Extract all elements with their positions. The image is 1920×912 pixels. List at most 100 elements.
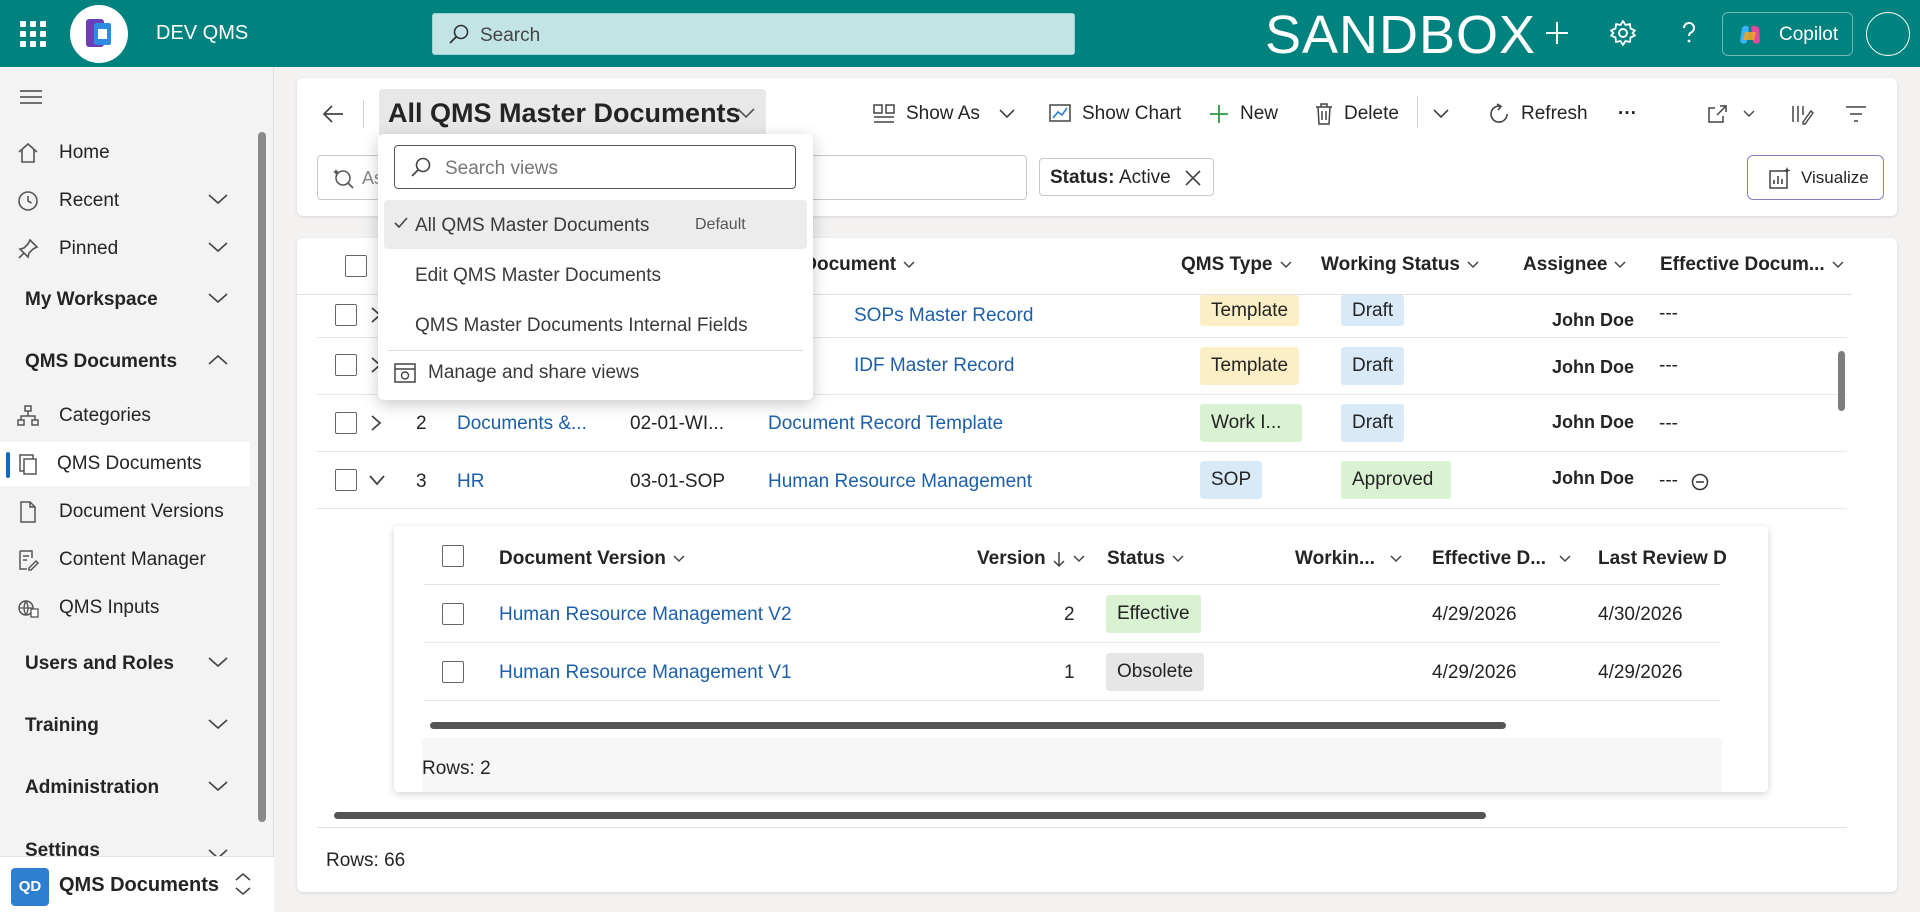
plus-icon[interactable] bbox=[1540, 16, 1574, 50]
chevron-down-icon[interactable] bbox=[207, 717, 229, 731]
view-option-internal-fields[interactable]: QMS Master Documents Internal Fields bbox=[384, 300, 807, 349]
edit-columns-button[interactable] bbox=[1791, 96, 1825, 132]
assignee-name[interactable]: John Doe bbox=[1552, 310, 1634, 331]
table-row[interactable]: Human Resource Management V2 2 Effective… bbox=[424, 585, 1720, 643]
column-header-working[interactable]: Workin... bbox=[1295, 548, 1403, 570]
select-all-checkbox[interactable] bbox=[345, 255, 367, 277]
view-option-all-qms-master-documents[interactable]: All QMS Master Documents Default bbox=[384, 200, 807, 249]
new-button[interactable]: New bbox=[1208, 96, 1278, 132]
view-option-edit-qms-master-documents[interactable]: Edit QMS Master Documents bbox=[384, 250, 807, 299]
sidebar-group-training[interactable]: Training bbox=[0, 704, 250, 748]
view-selector-button[interactable]: All QMS Master Documents bbox=[379, 89, 766, 137]
assignee-name[interactable]: John Doe bbox=[1552, 468, 1634, 489]
table-row[interactable]: Human Resource Management V1 1 Obsolete … bbox=[424, 643, 1720, 701]
chevron-down-icon[interactable] bbox=[368, 474, 386, 486]
sidebar-item-content-manager[interactable]: Content Manager bbox=[0, 538, 250, 582]
global-search-input[interactable]: Search bbox=[432, 13, 1075, 55]
sidebar-item-qms-inputs[interactable]: QMS Inputs bbox=[0, 586, 250, 630]
sidebar-item-qms-documents[interactable]: QMS Documents bbox=[0, 442, 250, 486]
row-checkbox[interactable] bbox=[335, 354, 357, 376]
column-header-last-review-date[interactable]: Last Review D bbox=[1598, 548, 1727, 570]
app-logo-icon[interactable] bbox=[70, 5, 128, 63]
sidebar-scrollbar[interactable] bbox=[258, 132, 266, 822]
row-checkbox[interactable] bbox=[335, 412, 357, 434]
trash-icon bbox=[1316, 103, 1332, 125]
master-document-link[interactable]: Human Resource Management bbox=[768, 471, 1032, 493]
delete-button[interactable]: Delete bbox=[1314, 96, 1399, 132]
more-commands-dropdown[interactable] bbox=[1432, 96, 1460, 132]
sidebar-item-recent[interactable]: Recent bbox=[0, 179, 250, 223]
manage-views-label: Manage and share views bbox=[428, 362, 640, 383]
row-checkbox[interactable] bbox=[442, 603, 464, 625]
select-all-checkbox[interactable] bbox=[442, 545, 464, 567]
share-button[interactable] bbox=[1705, 96, 1755, 132]
sidebar-group-my-workspace[interactable]: My Workspace bbox=[0, 278, 250, 322]
column-header-document-version[interactable]: Document Version bbox=[499, 548, 686, 570]
status-filter-chip[interactable]: Status: Active bbox=[1039, 158, 1214, 196]
table-row[interactable]: 2 Documents &... 02-01-WI... Document Re… bbox=[317, 395, 1847, 452]
assignee-name[interactable]: John Doe bbox=[1552, 357, 1634, 378]
category-link[interactable]: Documents &... bbox=[457, 413, 587, 435]
column-header-qms-type[interactable]: QMS Type bbox=[1181, 254, 1293, 276]
copilot-button[interactable]: Copilot bbox=[1722, 12, 1853, 56]
chevron-right-icon[interactable] bbox=[370, 414, 382, 432]
search-views-input[interactable]: Search views bbox=[394, 145, 796, 189]
vertical-scrollbar[interactable] bbox=[1838, 351, 1845, 411]
sidebar-item-pinned[interactable]: Pinned bbox=[0, 227, 250, 271]
chevron-down-icon[interactable] bbox=[207, 240, 229, 254]
app-launcher-icon[interactable] bbox=[20, 21, 46, 47]
column-header-effective-date[interactable]: Effective D... bbox=[1432, 548, 1572, 570]
chevron-down-icon[interactable] bbox=[207, 847, 229, 856]
area-switcher[interactable]: QD QMS Documents bbox=[0, 856, 274, 912]
column-header-label: Effective Docum... bbox=[1660, 254, 1825, 275]
checkmark-icon bbox=[394, 217, 408, 229]
manage-and-share-views-button[interactable]: Manage and share views bbox=[394, 362, 639, 384]
subgrid-horizontal-scrollbar[interactable] bbox=[430, 722, 1506, 729]
category-link[interactable]: HR bbox=[457, 471, 484, 493]
close-icon[interactable] bbox=[1184, 169, 1202, 187]
visualize-button[interactable]: Visualize bbox=[1747, 155, 1884, 200]
show-as-button[interactable]: Show As bbox=[872, 96, 1016, 132]
sidebar-group-administration[interactable]: Administration bbox=[0, 766, 250, 810]
column-header-working-status[interactable]: Working Status bbox=[1321, 254, 1480, 276]
help-icon[interactable] bbox=[1672, 16, 1706, 50]
row-checkbox[interactable] bbox=[335, 304, 357, 326]
filter-button[interactable] bbox=[1844, 96, 1878, 132]
sidebar-item-document-versions[interactable]: Document Versions bbox=[0, 490, 250, 534]
chevron-down-icon[interactable] bbox=[207, 291, 229, 305]
column-header-effective-document[interactable]: Effective Docum... bbox=[1660, 254, 1845, 276]
chevron-down-icon[interactable] bbox=[207, 779, 229, 793]
master-document-link[interactable]: Document Record Template bbox=[768, 413, 1003, 435]
sidebar-item-categories[interactable]: Categories bbox=[0, 394, 250, 438]
master-document-link[interactable]: SOPs Master Record bbox=[854, 305, 1034, 327]
row-checkbox[interactable] bbox=[335, 469, 357, 491]
document-version-link[interactable]: Human Resource Management V1 bbox=[499, 662, 792, 684]
view-title: All QMS Master Documents bbox=[388, 98, 741, 128]
sidebar-group-qms-documents[interactable]: QMS Documents bbox=[0, 340, 250, 384]
back-arrow-icon[interactable] bbox=[321, 102, 345, 126]
document-version-link[interactable]: Human Resource Management V2 bbox=[499, 604, 792, 626]
sidebar-group-settings[interactable]: Settings bbox=[0, 827, 250, 856]
chevron-down-icon[interactable] bbox=[207, 655, 229, 669]
sidebar-item-home[interactable]: Home bbox=[0, 131, 250, 175]
column-header-version[interactable]: Version bbox=[977, 548, 1086, 570]
gear-icon[interactable] bbox=[1606, 16, 1640, 50]
overflow-button[interactable]: ··· bbox=[1618, 96, 1637, 132]
chevron-up-icon[interactable] bbox=[207, 353, 229, 367]
hamburger-icon[interactable] bbox=[20, 89, 42, 105]
assignee-name[interactable]: John Doe bbox=[1552, 412, 1634, 433]
chevron-up-down-icon[interactable] bbox=[233, 871, 253, 897]
app-name[interactable]: DEV QMS bbox=[156, 22, 248, 45]
sidebar-group-users-and-roles[interactable]: Users and Roles bbox=[0, 642, 250, 686]
user-avatar[interactable] bbox=[1866, 12, 1910, 56]
chevron-down-icon bbox=[999, 109, 1015, 119]
column-header-assignee[interactable]: Assignee bbox=[1523, 254, 1627, 276]
table-row[interactable]: 3 HR 03-01-SOP Human Resource Management… bbox=[317, 452, 1847, 509]
column-header-status[interactable]: Status bbox=[1107, 548, 1185, 570]
chevron-down-icon[interactable] bbox=[207, 192, 229, 206]
master-document-link[interactable]: IDF Master Record bbox=[854, 355, 1014, 377]
refresh-button[interactable]: Refresh bbox=[1487, 96, 1588, 132]
horizontal-scrollbar[interactable] bbox=[334, 812, 1486, 819]
show-chart-button[interactable]: Show Chart bbox=[1048, 96, 1181, 132]
row-checkbox[interactable] bbox=[442, 661, 464, 683]
